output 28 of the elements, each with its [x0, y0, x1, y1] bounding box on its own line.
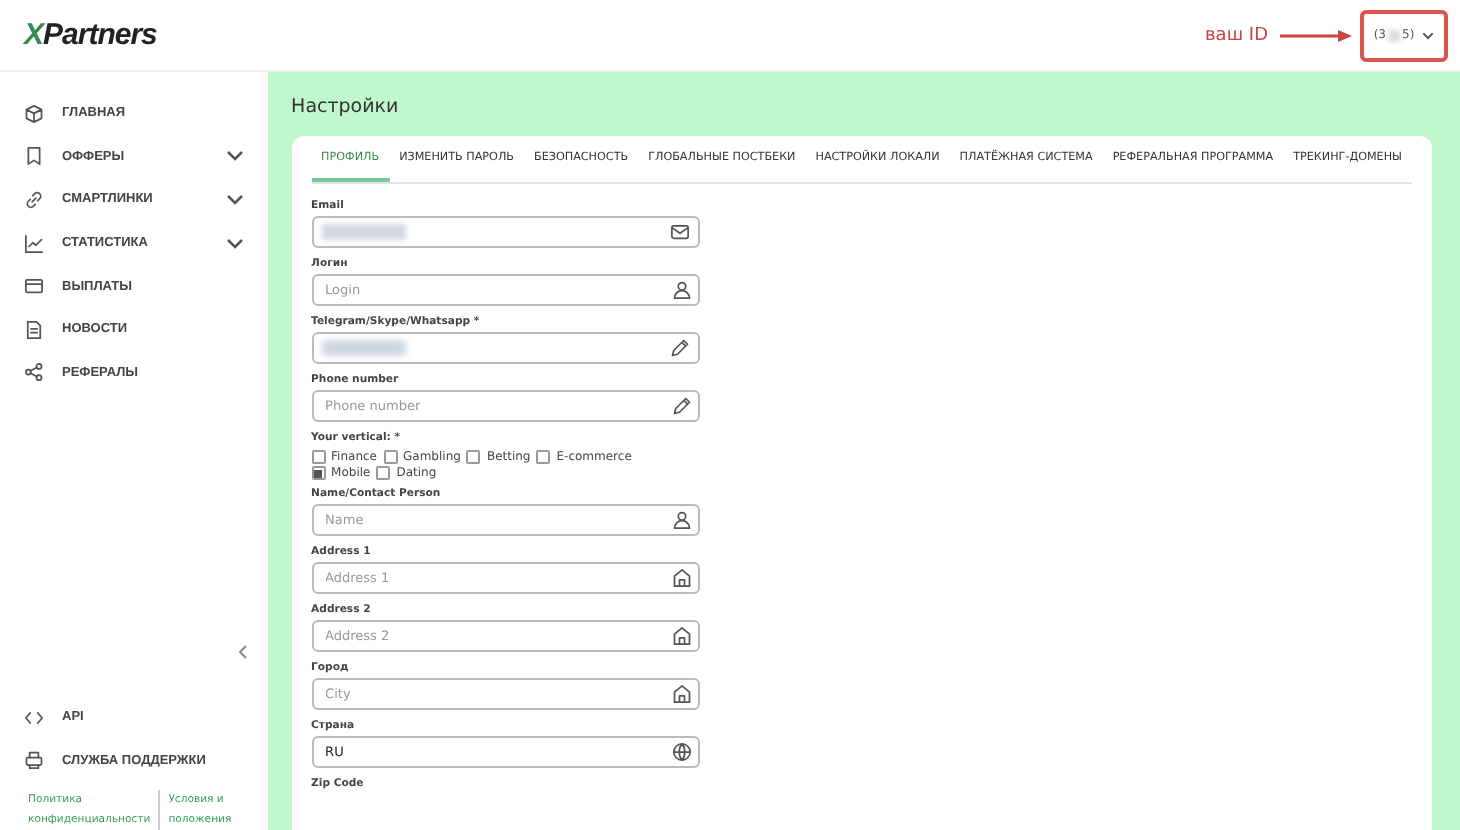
code-icon: [24, 707, 44, 728]
envelope-icon: [669, 222, 690, 242]
pencil-icon: [669, 338, 690, 358]
share-icon: [24, 362, 44, 383]
link-icon: [24, 189, 44, 210]
globe-icon: [671, 742, 692, 762]
user-icon: [671, 510, 692, 530]
house-icon: [671, 684, 692, 704]
collapse-chevron-icon[interactable]: [237, 643, 248, 660]
page-title: Настройки: [291, 96, 401, 118]
chevron-down-icon: [1422, 31, 1435, 39]
cube-icon: [24, 103, 44, 124]
line-chart-icon: [24, 233, 44, 254]
redacted-value: [321, 224, 406, 240]
input-field[interactable]: [311, 216, 700, 248]
house-icon: [671, 568, 692, 588]
house-icon: [671, 626, 692, 646]
bookmark-icon: [24, 146, 44, 167]
input-field[interactable]: [311, 332, 700, 364]
annotation-text: ваш ID: [1205, 25, 1268, 45]
annotation-arrow: [1280, 29, 1352, 41]
document-icon: [24, 319, 44, 340]
printer-icon: [24, 750, 44, 771]
user-icon: [671, 280, 692, 300]
logo: XPartners: [24, 18, 157, 52]
pencil-icon: [671, 396, 692, 416]
card-icon: [24, 276, 44, 297]
redacted-value: [321, 340, 406, 356]
